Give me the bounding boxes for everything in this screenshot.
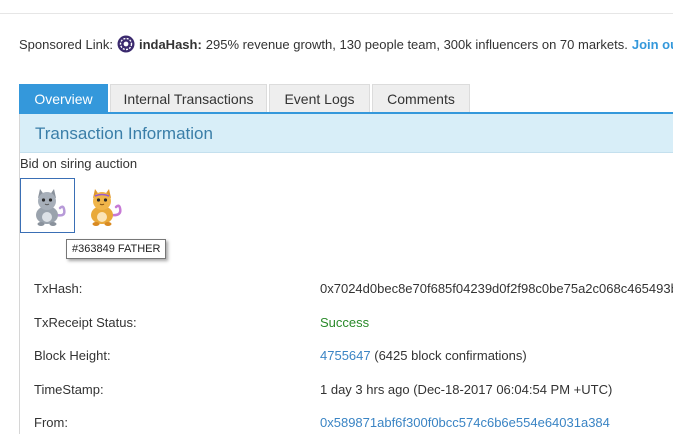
from-label: From: — [34, 415, 68, 430]
panel-header: Transaction Information — [20, 114, 673, 153]
sponsored-text: 295% revenue growth, 130 people team, 30… — [205, 36, 628, 52]
txhash-value: 0x7024d0bec8e70f685f04239d0f2f98c0be75a2… — [320, 281, 673, 296]
kitty-father[interactable] — [20, 178, 75, 233]
tab-internal-transactions[interactable]: Internal Transactions — [110, 84, 267, 113]
sponsored-link-bar: Sponsored Link: indaHash: 295% revenue g… — [19, 35, 673, 53]
orange-cat-icon — [90, 188, 122, 226]
from-address-link[interactable]: 0x589871abf6f300f0bcc574c6b6e554e64031a3… — [320, 415, 610, 430]
block-confirmations: (6425 block confirmations) — [374, 348, 527, 363]
gray-cat-icon — [35, 188, 66, 226]
status-label: TxReceipt Status: — [34, 315, 137, 330]
indahash-logo-icon — [117, 35, 135, 53]
block-height-link[interactable]: 4755647 — [320, 348, 371, 363]
panel-title: Transaction Information — [35, 124, 213, 143]
kitty-tooltip: #363849 FATHER — [66, 239, 167, 259]
txhash-label: TxHash: — [34, 281, 83, 296]
top-divider — [0, 13, 673, 14]
block-height-label: Block Height: — [34, 348, 111, 363]
timestamp-value: 1 day 3 hrs ago (Dec-18-2017 06:04:54 PM… — [320, 382, 613, 397]
tab-overview[interactable]: Overview — [19, 84, 108, 113]
tab-event-logs[interactable]: Event Logs — [269, 84, 370, 113]
timestamp-label: TimeStamp: — [34, 382, 104, 397]
sponsored-join-link[interactable]: Join ou — [632, 37, 673, 52]
kitty-mother[interactable] — [75, 178, 130, 233]
tab-comments[interactable]: Comments — [372, 84, 470, 113]
status-value: Success — [320, 315, 370, 330]
sponsored-brand: indaHash: — [138, 36, 202, 52]
sponsored-label: Sponsored Link: — [19, 36, 113, 52]
transaction-note: Bid on siring auction — [20, 156, 138, 171]
